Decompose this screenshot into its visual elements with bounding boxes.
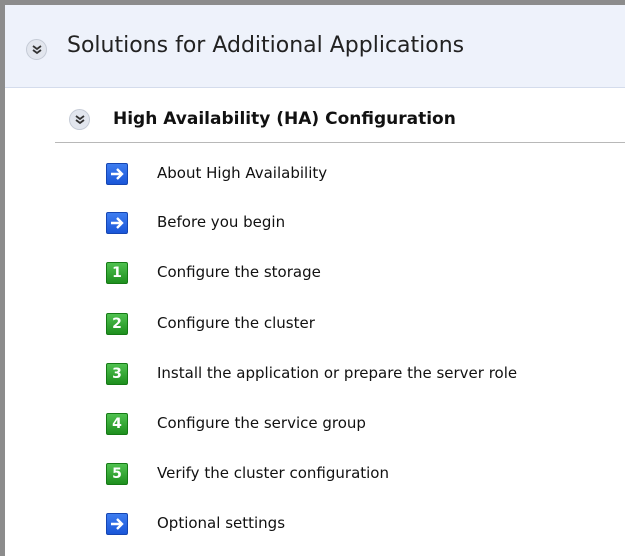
item-label[interactable]: Optional settings	[157, 514, 285, 532]
step-2-icon: 2	[106, 313, 128, 335]
link-about-high-availability[interactable]: About High Availability	[106, 159, 625, 193]
chevron-collapse-icon[interactable]	[69, 109, 90, 130]
arrow-right-icon	[106, 163, 128, 185]
arrow-right-icon	[106, 513, 128, 535]
link-configure-storage[interactable]: 1 Configure the storage	[106, 258, 625, 292]
item-label[interactable]: Verify the cluster configuration	[157, 464, 389, 482]
chevron-collapse-icon[interactable]	[26, 39, 47, 60]
step-4-icon: 4	[106, 413, 128, 435]
item-label[interactable]: Configure the service group	[157, 414, 366, 432]
link-configure-service-group[interactable]: 4 Configure the service group	[106, 409, 625, 443]
link-configure-cluster[interactable]: 2 Configure the cluster	[106, 309, 625, 343]
link-install-application[interactable]: 3 Install the application or prepare the…	[106, 359, 625, 393]
item-label[interactable]: Configure the storage	[157, 263, 321, 281]
link-verify-cluster-configuration[interactable]: 5 Verify the cluster configuration	[106, 459, 625, 493]
ha-section-header[interactable]: High Availability (HA) Configuration	[55, 100, 625, 143]
section-title: High Availability (HA) Configuration	[113, 109, 456, 129]
link-before-you-begin[interactable]: Before you begin	[106, 208, 625, 242]
step-5-icon: 5	[106, 463, 128, 485]
help-panel: Solutions for Additional Applications Hi…	[0, 0, 625, 556]
item-label[interactable]: Install the application or prepare the s…	[157, 364, 517, 382]
step-3-icon: 3	[106, 363, 128, 385]
solutions-header[interactable]: Solutions for Additional Applications	[5, 5, 625, 88]
item-label[interactable]: Before you begin	[157, 213, 285, 231]
header-title: Solutions for Additional Applications	[67, 33, 465, 58]
arrow-right-icon	[106, 212, 128, 234]
item-label[interactable]: About High Availability	[157, 164, 327, 182]
link-optional-settings[interactable]: Optional settings	[106, 509, 625, 543]
item-label[interactable]: Configure the cluster	[157, 314, 315, 332]
step-1-icon: 1	[106, 262, 128, 284]
